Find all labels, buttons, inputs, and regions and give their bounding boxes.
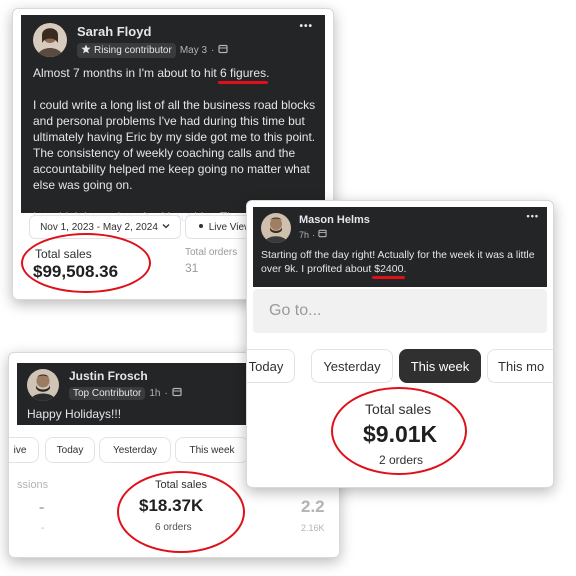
post-text: Almost 7 months in I'm about to hit xyxy=(33,66,221,80)
post-text-end: . xyxy=(403,263,407,275)
badge-label: Rising contributor xyxy=(94,45,172,56)
tab-live[interactable]: ive xyxy=(9,437,39,463)
post-body: Starting off the day right! Actually for… xyxy=(261,248,543,279)
post-meta: Top Contributor 1h · xyxy=(69,387,182,400)
contributor-badge[interactable]: Top Contributor xyxy=(69,387,146,400)
highlight-value: $2400 xyxy=(374,263,404,275)
meta-separator: · xyxy=(211,45,215,56)
post-text: Happy Holidays!!! xyxy=(27,407,122,421)
post-date[interactable]: May 3 xyxy=(180,45,207,56)
tab-yesterday[interactable]: Yesterday xyxy=(311,349,393,383)
tab-label: Today xyxy=(56,444,84,456)
tab-label: Yesterday xyxy=(323,358,381,374)
sessions-label: ssions xyxy=(17,479,49,491)
sessions-value: - xyxy=(39,499,45,516)
tab-label: Yesterday xyxy=(112,444,158,456)
tab-this-week[interactable]: This week xyxy=(175,437,249,463)
post-time[interactable]: 1h xyxy=(149,388,160,399)
date-range-value: Nov 1, 2023 - May 2, 2024 xyxy=(40,221,158,233)
total-orders-value: 31 xyxy=(185,261,199,275)
tab-label: ive xyxy=(13,444,27,456)
tab-today[interactable]: Today xyxy=(247,349,295,383)
highlight-value: 6 figures xyxy=(220,66,267,80)
globe-icon xyxy=(172,387,182,400)
right-metric-sub: 2.16K xyxy=(301,523,325,533)
tab-label: This mo xyxy=(498,358,545,374)
right-metric-value: 2.2 xyxy=(301,497,325,516)
author-name[interactable]: Justin Frosch xyxy=(69,369,148,383)
tab-this-month[interactable]: This mo xyxy=(487,349,553,383)
live-view-label: Live View xyxy=(208,221,252,233)
red-underline xyxy=(218,81,269,84)
search-bar[interactable]: Go to... xyxy=(253,289,547,333)
tab-label: Today xyxy=(248,358,284,374)
red-circle-annotation xyxy=(331,387,467,475)
post-header: Mason Helms 7h · ••• Starting off the da… xyxy=(253,207,547,287)
post-paragraph-2: I could write a long list of all the bus… xyxy=(33,98,316,192)
post-text-end: . xyxy=(266,66,270,80)
avatar[interactable] xyxy=(33,23,67,57)
tab-yesterday[interactable]: Yesterday xyxy=(99,437,171,463)
radio-icon xyxy=(197,222,205,233)
post-meta: Rising contributor May 3 · xyxy=(77,43,228,58)
tab-this-week[interactable]: This week xyxy=(399,349,481,383)
tab-today[interactable]: Today xyxy=(45,437,95,463)
tab-label: This week xyxy=(410,358,470,374)
post-line-1: Almost 7 months in I'm about to hit 6 fi… xyxy=(33,65,317,84)
author-name[interactable]: Sarah Floyd xyxy=(77,24,151,39)
more-icon[interactable]: ••• xyxy=(299,21,313,32)
globe-icon xyxy=(318,229,327,240)
highlighted-text: $2400 xyxy=(372,263,406,279)
search-placeholder: Go to... xyxy=(269,302,322,319)
author-name[interactable]: Mason Helms xyxy=(299,214,370,226)
post-header: Sarah Floyd Rising contributor May 3 · •… xyxy=(21,15,325,224)
more-icon[interactable]: ••• xyxy=(527,211,539,221)
star-icon xyxy=(81,44,91,57)
highlighted-text: 6 figures xyxy=(218,66,269,84)
sessions-sub: - xyxy=(41,523,45,534)
chevron-down-icon xyxy=(162,222,170,233)
post-card-mason: Mason Helms 7h · ••• Starting off the da… xyxy=(246,200,554,488)
avatar[interactable] xyxy=(261,213,291,243)
meta-separator: · xyxy=(164,388,168,399)
red-circle-annotation xyxy=(117,471,245,553)
tab-label: This week xyxy=(189,444,235,456)
post-meta: 7h · xyxy=(299,229,327,240)
red-underline xyxy=(372,276,406,279)
globe-icon xyxy=(218,44,228,57)
badge-label: Top Contributor xyxy=(73,388,142,399)
post-time[interactable]: 7h xyxy=(299,230,309,240)
red-circle-annotation xyxy=(21,233,151,293)
contributor-badge[interactable]: Rising contributor xyxy=(77,43,176,58)
meta-separator: · xyxy=(312,229,316,240)
avatar[interactable] xyxy=(27,369,59,401)
total-orders-label: Total orders xyxy=(185,247,238,258)
